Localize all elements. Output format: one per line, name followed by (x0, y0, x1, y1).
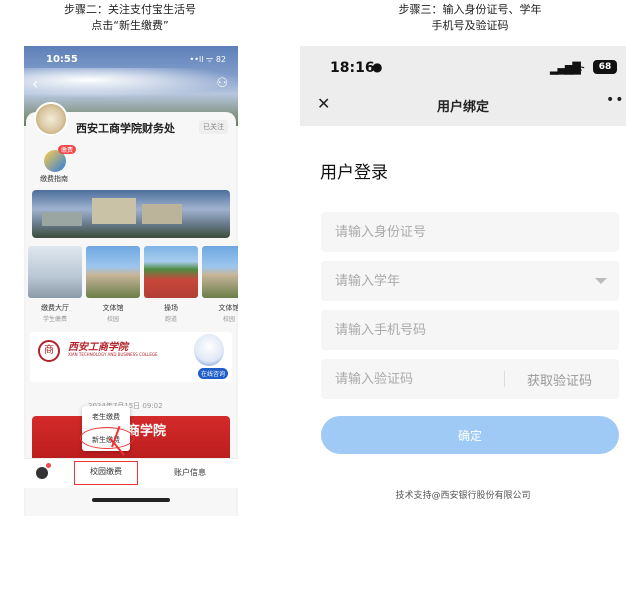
step2-line2: 点击“新生缴费” (91, 19, 169, 32)
status-icons: ••ll ᯤ 82 (189, 55, 226, 64)
step2-line1: 步骤二：关注支付宝生活号 (64, 3, 196, 16)
school-logo-banner[interactable]: 商 西安工商学院 XIAN TECHNOLOGY AND BUSINESS CO… (30, 332, 232, 382)
school-name-en: XIAN TECHNOLOGY AND BUSINESS COLLEGE (68, 352, 158, 357)
bottom-tab-bar: 校园缴费 账户信息 (24, 458, 238, 488)
get-code-button[interactable]: 获取验证码 (527, 370, 592, 389)
tab-campus-pay[interactable]: 校园缴费 (74, 461, 138, 485)
school-name-cn: 西安工商学院 (68, 342, 128, 353)
assistant-robot-icon[interactable] (194, 334, 224, 366)
tech-support-footer: 技术支持@西安银行股份有限公司 (395, 491, 531, 501)
payment-guide-badge: 缴费 (58, 145, 77, 154)
campus-banner-image[interactable] (32, 190, 230, 238)
tile-playground[interactable]: 操场 跑道 (144, 246, 198, 324)
step3-caption: 步骤三：输入身份证号、学年 手机号及验证码 (355, 2, 585, 34)
tab-account-info[interactable]: 账户信息 (174, 467, 206, 478)
highlight-circle (80, 427, 134, 449)
academic-year-select[interactable] (321, 261, 619, 301)
phone-number-input[interactable] (321, 310, 619, 350)
tile-payment-hall[interactable]: 缴费大厅 学生缴费 (28, 246, 82, 324)
id-number-input[interactable] (321, 212, 619, 252)
wifi-icon: ᯤ (574, 62, 585, 76)
home-indicator (92, 498, 170, 502)
tile-sports-hall[interactable]: 文体馆 校园 (86, 246, 140, 324)
school-seal-icon: 商 (38, 340, 60, 362)
org-name: 西安工商学院财务处 (76, 122, 175, 135)
service-tiles: 缴费大厅 学生缴费 文体馆 校园 操场 跑道 文体馆 校园 (28, 246, 238, 324)
divider (504, 371, 505, 387)
tile-sports-hall-2[interactable]: 文体馆 校园 (202, 246, 238, 324)
menu-item-returning-student-pay[interactable]: 老生缴费 (82, 406, 130, 428)
back-icon[interactable]: ‹ (32, 74, 38, 93)
more-options-icon[interactable]: ••• (606, 92, 626, 108)
notification-dot (46, 463, 51, 468)
phone-number-field[interactable] (321, 310, 619, 350)
page-title: 用户绑定 (436, 100, 489, 115)
step2-caption: 步骤二：关注支付宝生活号 点击“新生缴费” (40, 2, 220, 34)
step3-line2: 手机号及验证码 (431, 19, 509, 32)
online-consult-button[interactable]: 在线咨询 (197, 368, 228, 379)
academic-year-input[interactable] (321, 261, 619, 301)
payment-guide-label[interactable]: 缴费指南 (40, 174, 68, 184)
profile-icon[interactable]: ⚇ (216, 76, 228, 91)
user-status-icon: ● (372, 60, 383, 74)
org-avatar (34, 102, 68, 136)
alipay-life-account-screen: 10:55 ••ll ᯤ 82 ‹ ⚇ 西安工商学院财务处 已关注 缴费 缴费指… (24, 46, 238, 516)
chevron-down-icon[interactable] (595, 278, 607, 284)
user-binding-screen: 18:16 ● ▂▄▆█ ᯤ 68 ✕ 用户绑定 ••• 用户登录 获取验证码 … (300, 46, 626, 516)
battery-icon: 68 (593, 60, 617, 74)
verification-code-field[interactable]: 获取验证码 (321, 359, 619, 399)
follow-status-button[interactable]: 已关注 (199, 120, 228, 134)
verification-code-input[interactable] (321, 359, 501, 399)
login-heading: 用户登录 (320, 163, 388, 183)
status-time: 18:16 (330, 60, 375, 76)
id-number-field[interactable] (321, 212, 619, 252)
status-time: 10:55 (46, 54, 78, 65)
step3-line1: 步骤三：输入身份证号、学年 (398, 3, 542, 16)
confirm-button[interactable]: 确定 (321, 416, 619, 454)
home-tab-icon[interactable] (36, 467, 48, 479)
